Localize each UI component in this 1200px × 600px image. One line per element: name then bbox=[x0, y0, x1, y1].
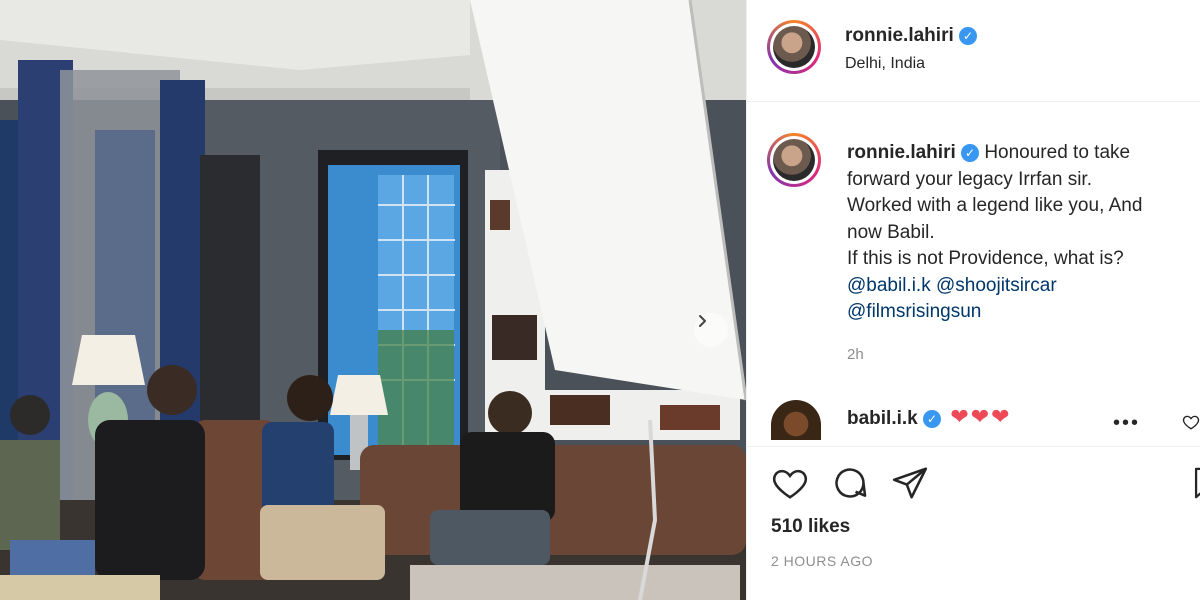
posted-time[interactable]: 2 HOURS AGO bbox=[771, 553, 873, 569]
caption-text: now Babil. bbox=[847, 221, 935, 243]
more-options-icon[interactable]: ••• bbox=[1113, 412, 1140, 435]
heart-icon[interactable] bbox=[771, 464, 809, 502]
chevron-right-icon bbox=[699, 315, 706, 327]
caption-text: Worked with a legend like you, And bbox=[847, 195, 1143, 216]
mention-link[interactable]: @shoojitsircar bbox=[936, 275, 1057, 296]
caption-text: If this is not Providence, what is? bbox=[847, 248, 1124, 269]
comment-icon[interactable] bbox=[831, 464, 869, 502]
comment-like-icon[interactable] bbox=[1182, 413, 1200, 431]
next-photo-button[interactable] bbox=[694, 313, 728, 347]
caption-text: Honoured to take bbox=[984, 142, 1131, 163]
actions-divider bbox=[747, 446, 1200, 447]
caption-username[interactable]: ronnie.lahiri bbox=[847, 142, 956, 163]
photo-scene bbox=[0, 0, 746, 600]
caption-timestamp[interactable]: 2h bbox=[847, 346, 864, 363]
header-divider bbox=[747, 101, 1200, 102]
bookmark-icon[interactable] bbox=[1189, 464, 1200, 502]
commenter-avatar[interactable] bbox=[771, 400, 821, 440]
likes-count[interactable]: 510 likes bbox=[771, 516, 850, 538]
author-avatar[interactable] bbox=[767, 20, 821, 74]
verified-badge-icon: ✓ bbox=[923, 409, 942, 428]
post-photo[interactable] bbox=[0, 0, 746, 600]
post-caption: ronnie.lahiri ✓ Honoured to take forward… bbox=[847, 140, 1187, 326]
verified-badge-icon: ✓ bbox=[959, 26, 978, 45]
mention-link[interactable]: @babil.i.k bbox=[847, 275, 931, 296]
post-side-panel: ronnie.lahiri ✓ Delhi, India ronnie.lahi… bbox=[746, 0, 1200, 600]
commenter-username[interactable]: babil.i.k bbox=[847, 408, 918, 429]
paper-plane-icon[interactable] bbox=[891, 464, 929, 502]
caption-text: forward your legacy Irrfan sir. bbox=[847, 168, 1092, 190]
mention-link[interactable]: @filmsrisingsun bbox=[847, 301, 981, 322]
post-location[interactable]: Delhi, India bbox=[845, 55, 925, 73]
comment-text: ❤❤❤ bbox=[950, 404, 1012, 429]
caption-avatar[interactable] bbox=[767, 133, 821, 187]
author-username[interactable]: ronnie.lahiri bbox=[845, 25, 954, 46]
verified-badge-icon: ✓ bbox=[961, 143, 980, 162]
